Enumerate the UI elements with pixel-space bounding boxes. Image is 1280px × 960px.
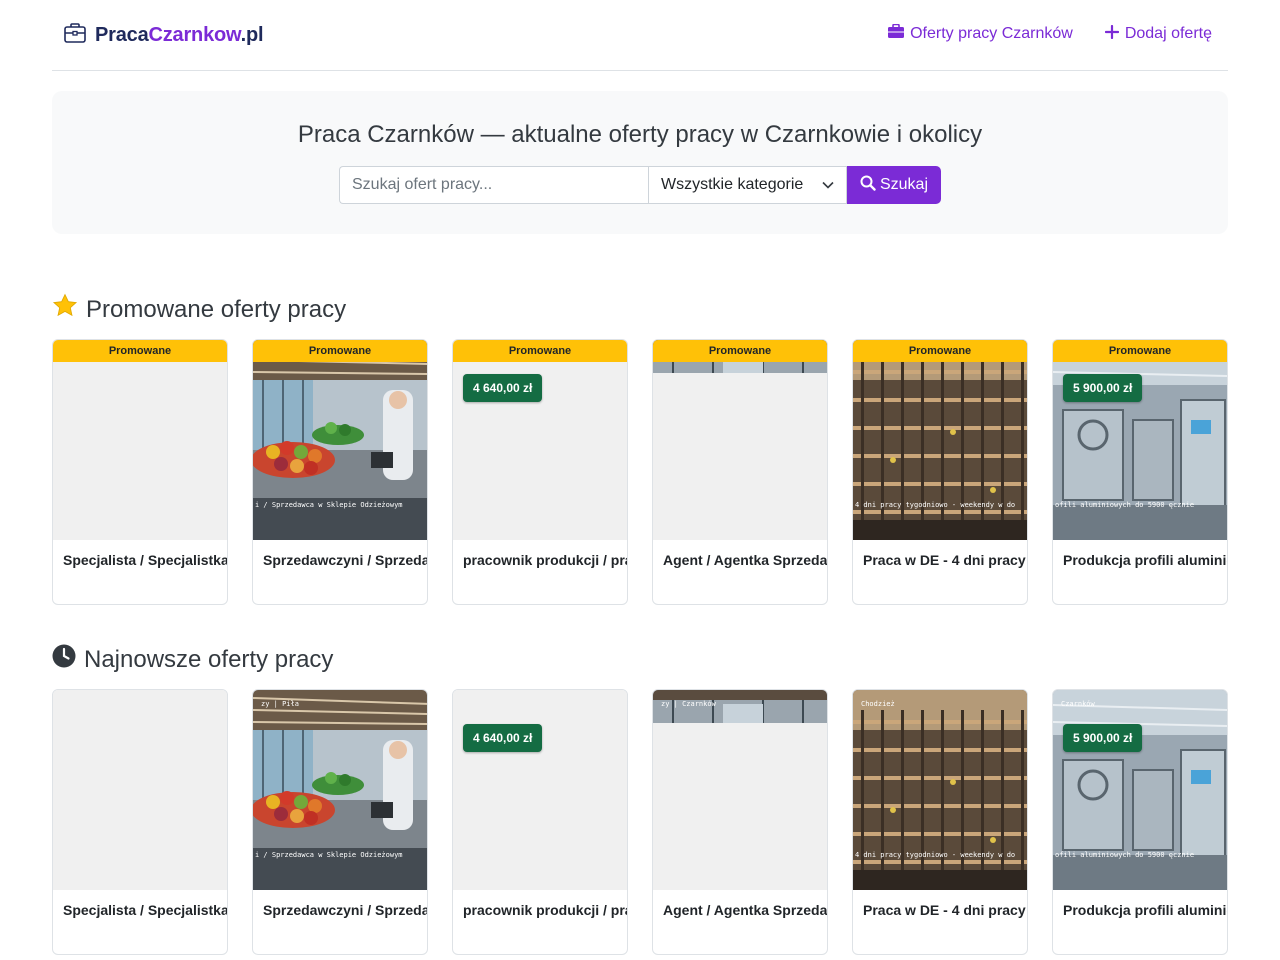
job-offer-card[interactable]: i / Sprzedawca w Sklepie Odzieżowym zy | … (252, 689, 428, 955)
job-offer-image (253, 690, 427, 890)
job-offer-title[interactable]: Agent / Agentka Sprzedaży (663, 902, 827, 918)
briefcase-icon (63, 22, 87, 49)
job-offer-card[interactable]: Specjalista / Specjalistka (52, 689, 228, 955)
job-offer-card[interactable]: Promowane Specjalista / Specjalistka (52, 339, 228, 605)
image-location-tag: Czarnków (1061, 700, 1095, 708)
nav-link-offers[interactable]: Oferty pracy Czarnków (888, 23, 1073, 44)
job-offer-card[interactable]: ofili aluminiowych do 5900 ęcznie Promowa… (1052, 339, 1228, 605)
promoted-badge: Promowane (853, 340, 1027, 362)
image-caption: 4 dni pracy tygodniowo - weekendy w do (855, 851, 1016, 859)
image-caption: i / Sprzedawca w Sklepie Odzieżowym (255, 501, 403, 509)
job-offer-card[interactable]: 4 640,00 zł pracownik produkcji / pracown… (452, 689, 628, 955)
search-button-label: Szukaj (879, 176, 929, 193)
job-offer-title[interactable]: Produkcja profili aluminiowych (1063, 902, 1227, 918)
image-caption: 4 dni pracy tygodniowo - weekendy w do (855, 501, 1016, 509)
promoted-offers-list: Promowane Specjalista / Specjalistka i / S… (52, 339, 1228, 605)
search-input[interactable] (339, 166, 648, 204)
salary-badge: 5 900,00 zł (1063, 724, 1143, 752)
chevron-down-icon (822, 176, 834, 194)
section-title-promoted-label: Promowane oferty pracy (86, 295, 347, 323)
salary-badge: 4 640,00 zł (463, 374, 543, 402)
plus-icon (1104, 24, 1119, 44)
job-offer-title[interactable]: Sprzedawczyni / Sprzedawca (263, 902, 427, 918)
briefcase-icon (888, 23, 905, 44)
job-offer-title[interactable]: Praca w DE - 4 dni pracy (863, 902, 1027, 918)
search-button[interactable]: Szukaj (847, 166, 941, 204)
job-offer-card[interactable]: i / Sprzedawca w Sklepie Odzieżowym Promo… (252, 339, 428, 605)
job-offer-image (853, 340, 1027, 540)
job-offer-image (53, 690, 227, 890)
page-title: Praca Czarnków — aktualne oferty pracy w… (297, 121, 983, 148)
latest-offers-list: Specjalista / Specjalistka i / Sprzedawca… (52, 689, 1228, 955)
job-offer-image (653, 340, 827, 540)
hero-search-panel: Praca Czarnków — aktualne oferty pracy w… (52, 91, 1228, 234)
image-location-tag: zy | Piła (261, 700, 299, 708)
job-offer-image (653, 690, 827, 890)
brand-logo[interactable]: PracaCzarnkow.pl (63, 22, 264, 49)
promoted-badge: Promowane (453, 340, 627, 362)
job-offer-image (253, 340, 427, 540)
job-offer-card[interactable]: Promowane 4 640,00 zł pracownik produkcji … (452, 339, 628, 605)
job-offer-card[interactable]: 4 dni pracy tygodniowo - weekendy w do Ch… (852, 689, 1028, 955)
job-offer-image (453, 690, 627, 890)
job-offer-image (853, 690, 1027, 890)
job-offer-title[interactable]: Produkcja profili aluminiowych (1063, 552, 1227, 568)
section-title-latest-label: Najnowsze oferty pracy (84, 645, 334, 673)
promoted-badge: Promowane (253, 340, 427, 362)
job-offer-card[interactable]: zy | Czarnków Agent / Agentka Sprzedaży (652, 689, 828, 955)
nav-link-offers-label: Oferty pracy Czarnków (910, 25, 1073, 42)
navbar: PracaCzarnkow.pl Oferty pracy Czarnków D… (52, 0, 1228, 71)
job-offer-card[interactable]: ofili aluminiowych do 5900 ęcznie Czarnkó… (1052, 689, 1228, 955)
section-title-latest: Najnowsze oferty pracy (52, 644, 333, 675)
job-offer-title[interactable]: Specjalista / Specjalistka (63, 902, 227, 918)
star-icon (52, 293, 78, 326)
job-offer-title[interactable]: Agent / Agentka Sprzedaży (663, 552, 827, 568)
image-caption: ofili aluminiowych do 5900 ęcznie (1055, 851, 1195, 859)
job-offer-image (53, 340, 227, 540)
salary-badge: 4 640,00 zł (463, 724, 543, 752)
job-offer-title[interactable]: Specjalista / Specjalistka (63, 552, 227, 568)
section-title-promoted: Promowane oferty pracy (52, 293, 346, 326)
nav-link-add-offer-label: Dodaj ofertę (1124, 25, 1212, 42)
category-select-value: Wszystkie kategorie (661, 176, 804, 193)
job-offer-image (453, 340, 627, 540)
salary-badge: 5 900,00 zł (1063, 374, 1143, 402)
job-offer-title[interactable]: pracownik produkcji / pracownica (463, 902, 627, 918)
job-offer-title[interactable]: Sprzedawczyni / Sprzedawca (263, 552, 427, 568)
clock-icon (52, 644, 76, 675)
job-offer-title[interactable]: pracownik produkcji / pracownica (463, 552, 627, 568)
job-offer-card[interactable]: Promowane Agent / Agentka Sprzedaży (652, 339, 828, 605)
job-offer-card[interactable]: 4 dni pracy tygodniowo - weekendy w do Pr… (852, 339, 1028, 605)
promoted-badge: Promowane (53, 340, 227, 362)
job-offer-title[interactable]: Praca w DE - 4 dni pracy (863, 552, 1027, 568)
image-location-tag: zy | Czarnków (661, 700, 716, 708)
image-caption: ofili aluminiowych do 5900 ęcznie (1055, 501, 1195, 509)
image-location-tag: Chodzież (861, 700, 895, 708)
job-offer-image (1053, 340, 1227, 540)
image-caption: i / Sprzedawca w Sklepie Odzieżowym (255, 851, 403, 859)
category-select[interactable]: Wszystkie kategorie (648, 166, 847, 204)
brand-name: PracaCzarnkow.pl (95, 24, 264, 46)
search-form: Wszystkie kategorie Szukaj (339, 166, 941, 204)
job-offer-image (1053, 690, 1227, 890)
nav-link-add-offer[interactable]: Dodaj ofertę (1104, 24, 1212, 44)
search-icon (860, 175, 876, 196)
promoted-badge: Promowane (653, 340, 827, 362)
nav-links: Oferty pracy Czarnków Dodaj ofertę (888, 23, 1212, 44)
promoted-badge: Promowane (1053, 340, 1227, 362)
